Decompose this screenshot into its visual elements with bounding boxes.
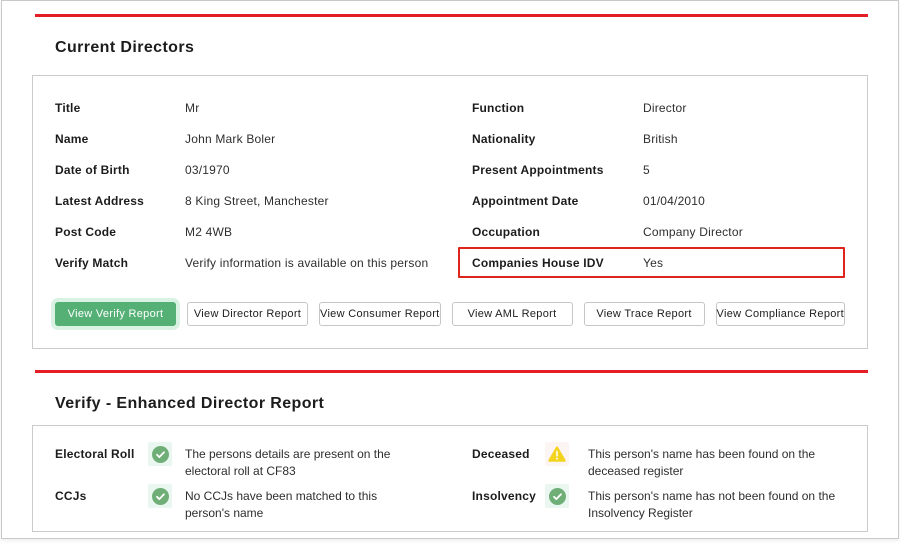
field-label: Date of Birth xyxy=(55,163,185,177)
field-row-nationality: Nationality British xyxy=(472,123,845,154)
field-row-latest-address: Latest Address 8 King Street, Manchester xyxy=(55,185,472,216)
field-value: John Mark Boler xyxy=(185,132,275,146)
fields-column-right: Function Director Nationality British Pr… xyxy=(472,92,845,278)
field-value: 03/1970 xyxy=(185,163,230,177)
field-row-present-appointments: Present Appointments 5 xyxy=(472,154,845,185)
field-value: 01/04/2010 xyxy=(643,194,705,208)
field-row-name: Name John Mark Boler xyxy=(55,123,472,154)
verify-checks: Electoral Roll The persons details are p… xyxy=(55,442,845,526)
field-value: Company Director xyxy=(643,225,743,239)
field-label: Post Code xyxy=(55,225,185,239)
director-details-panel: Title Mr Name John Mark Boler Date of Bi… xyxy=(32,75,868,349)
section-divider xyxy=(35,370,868,373)
field-value: M2 4WB xyxy=(185,225,232,239)
field-label: Companies House IDV xyxy=(472,256,643,270)
section-divider xyxy=(35,14,868,17)
fields-column-left: Title Mr Name John Mark Boler Date of Bi… xyxy=(55,92,472,278)
field-row-appointment-date: Appointment Date 01/04/2010 xyxy=(472,185,845,216)
verify-report-panel: Electoral Roll The persons details are p… xyxy=(32,425,868,532)
check-text: No CCJs have been matched to this person… xyxy=(185,484,417,522)
check-row-insolvency: Insolvency This person's name has not be… xyxy=(472,484,846,522)
checks-column-left: Electoral Roll The persons details are p… xyxy=(55,442,472,526)
check-label: CCJs xyxy=(55,484,148,503)
director-fields: Title Mr Name John Mark Boler Date of Bi… xyxy=(55,92,845,278)
field-label: Function xyxy=(472,101,643,115)
field-value: 8 King Street, Manchester xyxy=(185,194,329,208)
field-value: Director xyxy=(643,101,687,115)
field-row-occupation: Occupation Company Director xyxy=(472,216,845,247)
check-text: The persons details are present on the e… xyxy=(185,442,417,480)
warning-icon xyxy=(545,442,569,466)
check-icon xyxy=(545,484,569,508)
check-text: This person's name has been found on the… xyxy=(588,442,846,480)
field-value: 5 xyxy=(643,163,650,177)
field-row-post-code: Post Code M2 4WB xyxy=(55,216,472,247)
check-row-ccjs: CCJs No CCJs have been matched to this p… xyxy=(55,484,472,522)
field-value: Mr xyxy=(185,101,199,115)
field-label: Verify Match xyxy=(55,256,185,270)
field-label: Occupation xyxy=(472,225,643,239)
checks-column-right: Deceased This person's name has been fou… xyxy=(472,442,846,526)
view-consumer-report-button[interactable]: View Consumer Report xyxy=(319,302,441,326)
report-buttons-row: View Verify Report View Director Report … xyxy=(55,302,845,326)
field-label: Present Appointments xyxy=(472,163,643,177)
view-compliance-report-button[interactable]: View Compliance Report xyxy=(716,302,845,326)
field-label: Name xyxy=(55,132,185,146)
verify-section-title: Verify - Enhanced Director Report xyxy=(55,395,900,413)
field-row-verify-match: Verify Match Verify information is avail… xyxy=(55,247,472,278)
field-row-title: Title Mr xyxy=(55,92,472,123)
field-row-companies-house-idv: Companies House IDV Yes xyxy=(458,247,845,278)
view-director-report-button[interactable]: View Director Report xyxy=(187,302,308,326)
field-value: British xyxy=(643,132,678,146)
view-aml-report-button[interactable]: View AML Report xyxy=(452,302,573,326)
check-icon xyxy=(148,484,172,508)
field-row-function: Function Director xyxy=(472,92,845,123)
view-verify-report-button[interactable]: View Verify Report xyxy=(55,302,176,326)
view-trace-report-button[interactable]: View Trace Report xyxy=(584,302,705,326)
page-title: Current Directors xyxy=(55,39,900,57)
check-row-deceased: Deceased This person's name has been fou… xyxy=(472,442,846,480)
check-text: This person's name has not been found on… xyxy=(588,484,846,522)
field-label: Nationality xyxy=(472,132,643,146)
check-label: Deceased xyxy=(472,442,545,461)
check-label: Insolvency xyxy=(472,484,545,503)
field-label: Title xyxy=(55,101,185,115)
field-row-date-of-birth: Date of Birth 03/1970 xyxy=(55,154,472,185)
check-label: Electoral Roll xyxy=(55,442,148,461)
field-value: Verify information is available on this … xyxy=(185,256,428,270)
field-label: Appointment Date xyxy=(472,194,643,208)
field-label: Latest Address xyxy=(55,194,185,208)
check-row-electoral-roll: Electoral Roll The persons details are p… xyxy=(55,442,472,480)
check-icon xyxy=(148,442,172,466)
field-value: Yes xyxy=(643,256,663,270)
director-report-page: Current Directors Title Mr Name John Mar… xyxy=(0,0,900,546)
